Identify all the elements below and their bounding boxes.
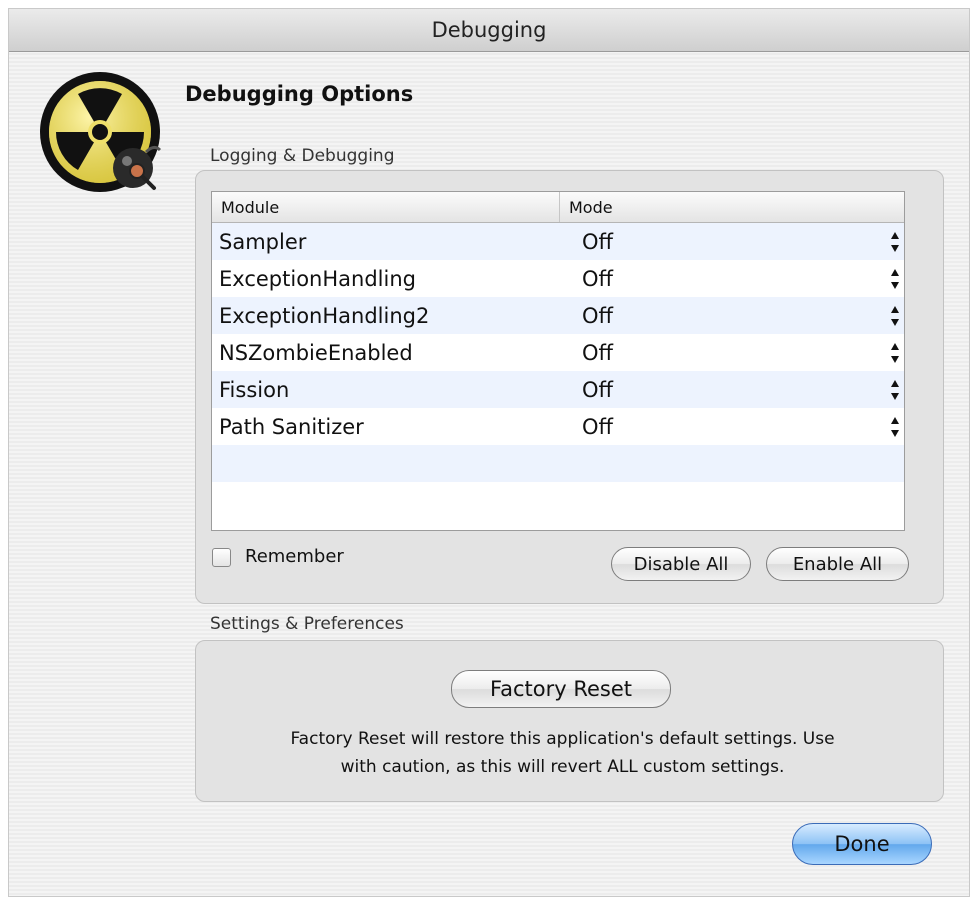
disable-all-button[interactable]: Disable All: [611, 547, 751, 581]
mode-cell[interactable]: Off: [560, 378, 904, 402]
factory-reset-note: Factory Reset will restore this applicat…: [200, 725, 925, 781]
page-title: Debugging Options: [185, 82, 414, 106]
table-row[interactable]: Sampler Off: [212, 223, 904, 260]
table-row[interactable]: Path Sanitizer Off: [212, 408, 904, 445]
table-row[interactable]: ExceptionHandling Off: [212, 260, 904, 297]
stepper-arrows-icon[interactable]: [890, 231, 900, 253]
module-cell: ExceptionHandling: [219, 266, 416, 291]
module-table[interactable]: Module Mode Sampler Off ExceptionHandlin…: [211, 191, 905, 531]
settings-group-label: Settings & Preferences: [210, 614, 404, 634]
stepper-arrows-icon[interactable]: [890, 268, 900, 290]
factory-reset-button[interactable]: Factory Reset: [451, 670, 671, 708]
stepper-arrows-icon[interactable]: [890, 342, 900, 364]
remember-checkbox[interactable]: [212, 548, 231, 567]
module-cell: Fission: [219, 377, 290, 402]
module-cell: NSZombieEnabled: [219, 340, 413, 365]
column-header-module[interactable]: Module: [212, 192, 560, 222]
logging-group-label: Logging & Debugging: [210, 146, 395, 166]
table-row-empty: [212, 445, 904, 482]
column-header-mode[interactable]: Mode: [560, 192, 904, 222]
table-row-empty: [212, 482, 904, 519]
mode-cell[interactable]: Off: [560, 230, 904, 254]
module-cell: Path Sanitizer: [219, 414, 364, 439]
radiation-bomb-icon: [40, 72, 162, 192]
mode-cell[interactable]: Off: [560, 415, 904, 439]
stepper-arrows-icon[interactable]: [890, 416, 900, 438]
window-title: Debugging: [431, 18, 547, 42]
module-cell: ExceptionHandling2: [219, 303, 430, 328]
table-body: Sampler Off ExceptionHandling Off Except…: [212, 223, 904, 519]
mode-cell[interactable]: Off: [560, 304, 904, 328]
stepper-arrows-icon[interactable]: [890, 305, 900, 327]
note-line-1: Factory Reset will restore this applicat…: [290, 729, 835, 749]
table-row[interactable]: ExceptionHandling2 Off: [212, 297, 904, 334]
done-button[interactable]: Done: [792, 823, 932, 865]
enable-all-button[interactable]: Enable All: [766, 547, 909, 581]
table-header: Module Mode: [212, 192, 904, 223]
table-row[interactable]: Fission Off: [212, 371, 904, 408]
note-line-2: with caution, as this will revert ALL cu…: [340, 757, 785, 777]
stepper-arrows-icon[interactable]: [890, 379, 900, 401]
module-cell: Sampler: [219, 229, 307, 254]
mode-cell[interactable]: Off: [560, 341, 904, 365]
window-titlebar: Debugging: [9, 9, 969, 52]
remember-label[interactable]: Remember: [245, 546, 344, 567]
table-row[interactable]: NSZombieEnabled Off: [212, 334, 904, 371]
mode-cell[interactable]: Off: [560, 267, 904, 291]
